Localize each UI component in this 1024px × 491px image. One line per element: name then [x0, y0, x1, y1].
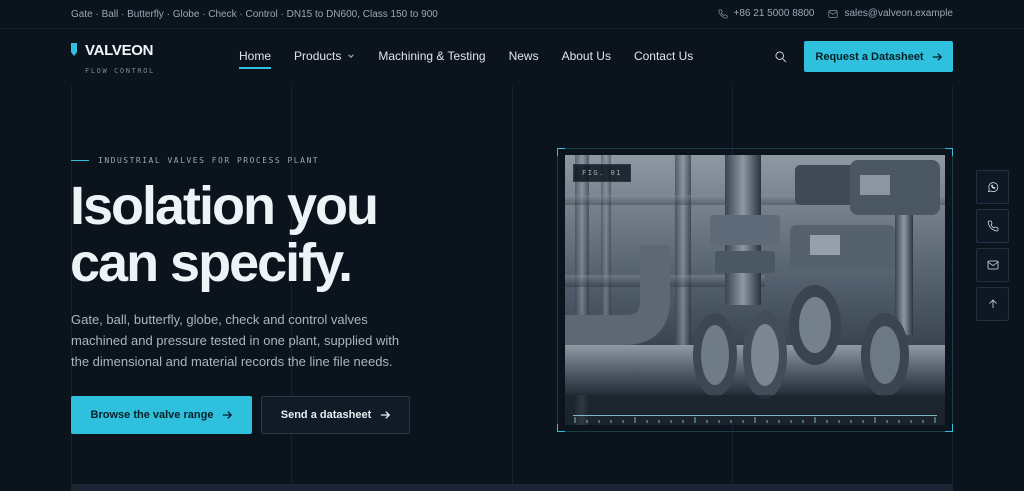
- next-section-edge: [71, 484, 953, 491]
- call-button[interactable]: [976, 209, 1009, 243]
- nav-label: Home: [239, 49, 272, 63]
- nav-item-machining-testing[interactable]: Machining & Testing: [378, 49, 485, 63]
- shield-logo-icon: [71, 43, 77, 56]
- email-button[interactable]: [976, 248, 1009, 282]
- search-icon: [775, 51, 787, 63]
- nav-item-about[interactable]: About Us: [562, 49, 611, 63]
- eyebrow-text: INDUSTRIAL VALVES FOR PROCESS PLANT: [98, 156, 320, 165]
- frame-corner: [945, 424, 953, 432]
- nav-menu: Home Products Machining & Testing News A…: [239, 49, 693, 69]
- nav-item-contact[interactable]: Contact Us: [634, 49, 693, 63]
- phone-icon: [718, 9, 728, 18]
- arrow-right-icon: [223, 411, 233, 419]
- search-button[interactable]: [774, 50, 788, 64]
- nav-label: About Us: [561, 49, 611, 63]
- brand-tagline: FLOW CONTROL: [85, 67, 155, 75]
- phone-link[interactable]: +86 21 5000 8800: [718, 8, 815, 19]
- contact-info: +86 21 5000 8800 sales@valveon.example: [718, 8, 953, 19]
- nav-label: Contact Us: [633, 49, 694, 63]
- nav-item-home[interactable]: Home: [239, 49, 272, 69]
- nav-item-products[interactable]: Products: [294, 49, 355, 63]
- hero-lede: Gate, ball, butterfly, globe, check and …: [71, 312, 400, 369]
- send-datasheet-button[interactable]: Send a datasheet: [261, 396, 410, 434]
- nav-item-news[interactable]: News: [509, 49, 539, 63]
- nav-label: News: [508, 49, 539, 63]
- frame-corner: [557, 424, 565, 432]
- request-datasheet-button[interactable]: Request a Datasheet: [804, 41, 953, 72]
- email-link[interactable]: sales@valveon.example: [828, 8, 953, 19]
- whatsapp-icon: [987, 182, 998, 192]
- button-label: Send a datasheet: [280, 409, 372, 421]
- floating-contact-dock: [976, 170, 1009, 326]
- headline-line-2: can specify.: [70, 233, 353, 293]
- spec-summary: Gate · Ball · Butterfly · Globe · Check …: [71, 9, 438, 20]
- chevron-down-icon: [348, 54, 355, 59]
- arrow-right-icon: [932, 52, 942, 61]
- arrow-right-icon: [381, 411, 391, 419]
- main-nav: VALVEON FLOW CONTROL Home Products Machi…: [0, 29, 1024, 86]
- top-info-bar: Gate · Ball · Butterfly · Globe · Check …: [0, 0, 1024, 29]
- email-address: sales@valveon.example: [844, 8, 953, 19]
- industrial-valves-illustration: [565, 155, 945, 425]
- headline-line-1: Isolation you: [70, 176, 379, 236]
- arrow-up-icon: [988, 299, 997, 308]
- mail-icon: [987, 260, 998, 270]
- scale-ruler: [573, 410, 937, 423]
- mail-icon: [828, 9, 838, 18]
- hero-eyebrow: INDUSTRIAL VALVES FOR PROCESS PLANT: [71, 156, 319, 165]
- hero-headline: Isolation you can specify.: [70, 176, 379, 293]
- figure-label: FIG. 01: [573, 164, 632, 182]
- phone-icon: [987, 220, 998, 232]
- brand-name: VALVEON: [85, 42, 154, 59]
- nav-label: Products: [294, 49, 342, 63]
- frame-corner: [557, 148, 565, 156]
- valve-plant-photo: [565, 155, 945, 425]
- nav-label: Machining & Testing: [378, 49, 486, 63]
- whatsapp-button[interactable]: [976, 170, 1009, 204]
- back-to-top-button[interactable]: [976, 287, 1009, 321]
- button-label: Browse the valve range: [90, 409, 214, 421]
- ruler-ticks: [574, 417, 936, 423]
- phone-number: +86 21 5000 8800: [733, 8, 815, 19]
- button-label: Request a Datasheet: [815, 50, 924, 63]
- browse-valve-range-button[interactable]: Browse the valve range: [71, 396, 252, 434]
- grid-line: [512, 86, 513, 491]
- eyebrow-rule: [71, 160, 89, 161]
- frame-corner: [945, 148, 953, 156]
